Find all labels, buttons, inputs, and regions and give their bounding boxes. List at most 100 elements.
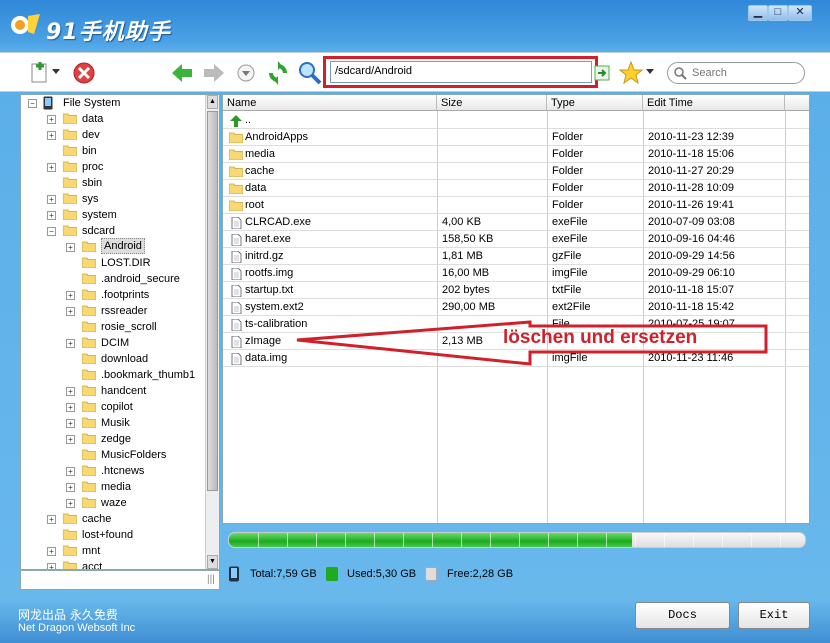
file-edit-time: 2010-11-23 12:39 bbox=[648, 131, 735, 143]
file-type: Folder bbox=[552, 182, 584, 194]
storage-segment bbox=[287, 533, 288, 547]
forward-arrow-icon[interactable] bbox=[202, 61, 226, 85]
file-type: imgFile bbox=[552, 352, 588, 364]
expand-icon[interactable]: + bbox=[66, 435, 75, 444]
storage-segment bbox=[780, 533, 781, 547]
expand-icon[interactable]: + bbox=[47, 563, 56, 569]
file-size: 290,00 MB bbox=[442, 301, 496, 313]
file-row[interactable]: system.ext2 290,00 MB ext2File 2010-11-18 1… bbox=[223, 299, 809, 316]
parent-dir-label: .. bbox=[245, 114, 252, 126]
tree-item-label: dev bbox=[82, 129, 100, 141]
column-size[interactable]: Size bbox=[437, 95, 547, 111]
parent-dir-row[interactable]: .. bbox=[223, 112, 809, 129]
tree-scrollbar[interactable]: ▲ ▼ bbox=[205, 95, 219, 569]
folder-icon bbox=[62, 161, 78, 173]
tree-item-label: rosie_scroll bbox=[101, 321, 157, 333]
expand-icon[interactable]: + bbox=[47, 211, 56, 220]
expand-icon[interactable]: + bbox=[66, 243, 75, 252]
favorites-chevron-icon[interactable] bbox=[646, 69, 654, 75]
folder-icon bbox=[62, 561, 78, 569]
collapse-icon[interactable]: − bbox=[47, 227, 56, 236]
app-logo-icon bbox=[11, 14, 40, 34]
address-highlight-box bbox=[323, 56, 598, 88]
expand-icon[interactable]: + bbox=[66, 483, 75, 492]
expand-icon[interactable]: + bbox=[66, 339, 75, 348]
tree-item-label: .bookmark_thumb1 bbox=[101, 369, 196, 381]
file-size: 2,13 MB bbox=[442, 335, 483, 347]
expand-icon[interactable]: + bbox=[66, 291, 75, 300]
refresh-icon[interactable] bbox=[266, 61, 290, 85]
file-edit-time: 2010-07-09 03:08 bbox=[648, 216, 735, 228]
file-row[interactable]: rootfs.img 16,00 MB imgFile 2010-09-29 06:1… bbox=[223, 265, 809, 282]
close-button[interactable]: ✕ bbox=[788, 5, 812, 21]
file-row[interactable]: startup.txt 202 bytes txtFile 2010-11-18 15… bbox=[223, 282, 809, 299]
file-edit-time: 2010-09-29 06:10 bbox=[648, 267, 735, 279]
search-input[interactable] bbox=[692, 66, 792, 80]
storage-segment bbox=[403, 533, 404, 547]
storage-segment bbox=[577, 533, 578, 547]
expand-icon[interactable]: + bbox=[66, 499, 75, 508]
docs-button[interactable]: Docs bbox=[635, 602, 730, 629]
footer-chinese-text: 网龙出品 永久免费 bbox=[18, 608, 118, 622]
maximize-button[interactable]: □ bbox=[768, 5, 788, 21]
tree-item-label: cache bbox=[82, 513, 112, 525]
expand-icon[interactable]: + bbox=[47, 115, 56, 124]
expand-icon[interactable]: + bbox=[47, 131, 56, 140]
folder-icon bbox=[228, 149, 244, 161]
file-row[interactable]: AndroidApps Folder 2010-11-23 12:39 bbox=[223, 129, 809, 146]
new-file-icon[interactable] bbox=[28, 61, 52, 85]
app-window: 91手机助手 ▁ □ ✕ /sdcard/Android Search − Fi… bbox=[0, 0, 830, 643]
file-row[interactable]: media Folder 2010-11-18 15:06 bbox=[223, 146, 809, 163]
file-icon bbox=[229, 352, 243, 366]
tree-root-label: File System bbox=[63, 97, 121, 109]
delete-icon[interactable] bbox=[72, 61, 96, 85]
expand-icon[interactable]: + bbox=[47, 547, 56, 556]
column-type[interactable]: Type bbox=[547, 95, 643, 111]
file-edit-time: 2010-11-23 11:46 bbox=[648, 352, 734, 364]
expand-icon[interactable]: + bbox=[47, 195, 56, 204]
go-icon[interactable] bbox=[594, 65, 610, 81]
expand-icon[interactable]: + bbox=[66, 467, 75, 476]
file-name: AndroidApps bbox=[245, 131, 308, 143]
expand-icon[interactable]: + bbox=[47, 163, 56, 172]
expand-icon[interactable]: + bbox=[66, 419, 75, 428]
file-row[interactable]: data.img imgFile 2010-11-23 11:46 bbox=[223, 350, 809, 367]
tree-item-label: Musik bbox=[101, 417, 130, 429]
file-list-header: Name Size Type Edit Time bbox=[223, 95, 809, 111]
file-row[interactable]: initrd.gz 1,81 MB gzFile 2010-09-29 14:56 bbox=[223, 248, 809, 265]
history-dropdown-icon[interactable] bbox=[234, 61, 258, 85]
file-row[interactable]: root Folder 2010-11-26 19:41 bbox=[223, 197, 809, 214]
favorites-star-icon[interactable] bbox=[619, 61, 643, 85]
chevron-down-icon[interactable] bbox=[52, 69, 60, 75]
file-row[interactable]: CLRCAD.exe 4,00 KB exeFile 2010-07-09 03:08 bbox=[223, 214, 809, 231]
search-box[interactable] bbox=[667, 62, 805, 84]
scroll-up-icon[interactable]: ▲ bbox=[207, 95, 218, 109]
scroll-down-icon[interactable]: ▼ bbox=[207, 555, 218, 569]
column-name[interactable]: Name bbox=[223, 95, 437, 111]
file-edit-time: 2010-11-18 15:06 bbox=[648, 148, 735, 160]
expand-icon[interactable]: + bbox=[66, 387, 75, 396]
file-edit-time: 2010-11-27 20:29 bbox=[648, 165, 735, 177]
scroll-thumb[interactable] bbox=[207, 111, 218, 491]
file-row[interactable]: haret.exe 158,50 KB exeFile 2010-09-16 04:4… bbox=[223, 231, 809, 248]
file-type: exeFile bbox=[552, 216, 588, 228]
back-arrow-icon[interactable] bbox=[170, 61, 194, 85]
expand-icon[interactable]: + bbox=[66, 403, 75, 412]
file-name: media bbox=[245, 148, 275, 160]
folder-icon bbox=[228, 200, 244, 212]
file-type: ext2File bbox=[552, 301, 591, 313]
minimize-button[interactable]: ▁ bbox=[748, 5, 768, 21]
column-edit-time[interactable]: Edit Time bbox=[643, 95, 785, 111]
file-name: rootfs.img bbox=[245, 267, 294, 279]
collapse-icon[interactable]: − bbox=[28, 99, 37, 108]
storage-segment bbox=[374, 533, 375, 547]
file-name: initrd.gz bbox=[245, 250, 284, 262]
expand-icon[interactable]: + bbox=[47, 515, 56, 524]
resize-grip-icon[interactable]: ||| bbox=[207, 574, 215, 585]
file-row[interactable]: cache Folder 2010-11-27 20:29 bbox=[223, 163, 809, 180]
file-edit-time: 2010-11-18 15:42 bbox=[648, 301, 735, 313]
file-row[interactable]: data Folder 2010-11-28 10:09 bbox=[223, 180, 809, 197]
expand-icon[interactable]: + bbox=[66, 307, 75, 316]
magnifier-icon[interactable] bbox=[298, 61, 322, 85]
exit-button[interactable]: Exit bbox=[738, 602, 810, 629]
